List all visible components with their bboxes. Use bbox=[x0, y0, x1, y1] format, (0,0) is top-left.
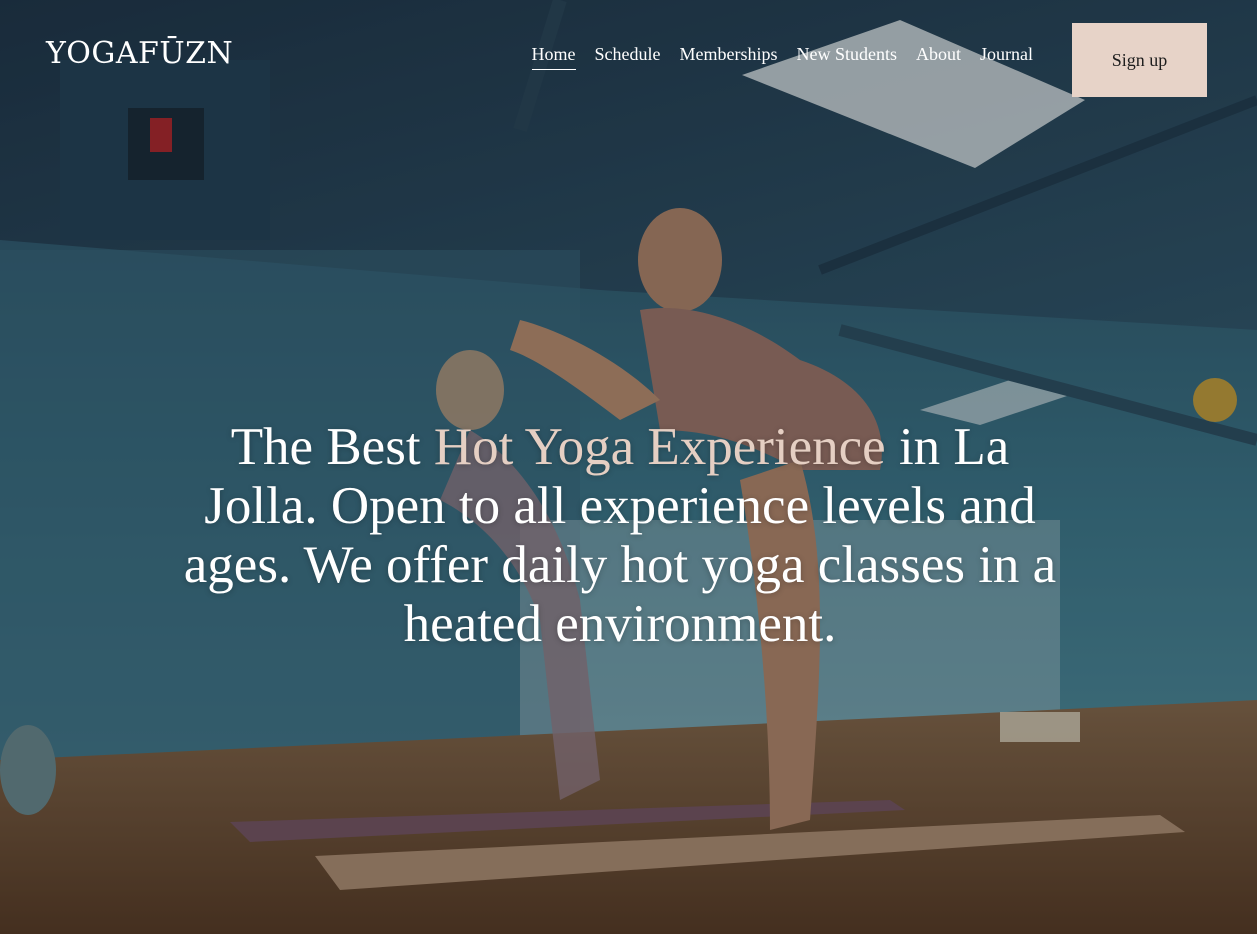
site-header: YOGAFŪZN Home Schedule Memberships New S… bbox=[0, 0, 1257, 120]
site-logo[interactable]: YOGAFŪZN bbox=[46, 36, 233, 71]
nav-home[interactable]: Home bbox=[531, 44, 576, 70]
nav-new-students[interactable]: New Students bbox=[797, 44, 898, 70]
nav-about[interactable]: About bbox=[916, 44, 961, 70]
signup-button[interactable]: Sign up bbox=[1072, 23, 1207, 97]
nav-schedule[interactable]: Schedule bbox=[595, 44, 661, 70]
hero-headline-part1: The Best bbox=[230, 418, 434, 476]
nav-journal[interactable]: Journal bbox=[980, 44, 1033, 70]
nav-memberships[interactable]: Memberships bbox=[680, 44, 778, 70]
main-nav: Home Schedule Memberships New Students A… bbox=[531, 44, 1033, 70]
hero-headline: The Best Hot Yoga Experience in La Jolla… bbox=[180, 418, 1060, 654]
hero-headline-accent: Hot Yoga Experience bbox=[433, 418, 886, 476]
